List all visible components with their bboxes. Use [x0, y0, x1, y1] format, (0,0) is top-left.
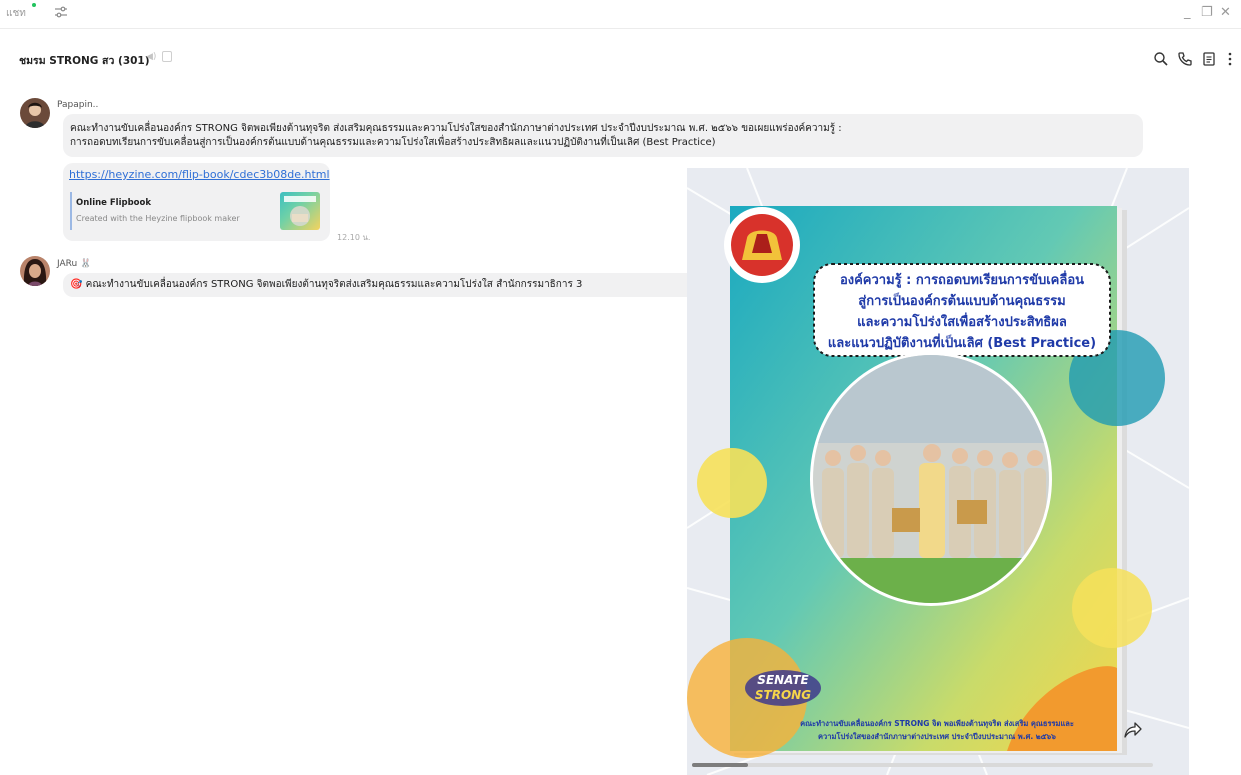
cover-footer-line: ความโปร่งใสของสำนักภาษาต่างประเทศ ประจำป…: [818, 731, 1056, 741]
note-icon[interactable]: [162, 51, 172, 62]
message-text: 🎯 คณะทำงานขับเคลื่อนองค์กร STRONG จิตพอเ…: [70, 279, 583, 290]
logo-text: STRONG: [755, 688, 811, 702]
mute-icon[interactable]: ◀): [146, 52, 156, 62]
phone-icon[interactable]: [1177, 51, 1193, 67]
cover-title-line: สู่การเป็นองค์กรต้นแบบด้านคุณธรรม: [858, 291, 1065, 309]
chat-header: ชมรม STRONG สว (301) ◀): [0, 29, 1241, 87]
cover-title-line: และความโปร่งใสเพื่อสร้างประสิทธิผล: [857, 312, 1067, 330]
search-icon[interactable]: [1153, 51, 1169, 67]
minimize-button[interactable]: _: [1184, 5, 1191, 20]
horizontal-scrollbar[interactable]: [692, 763, 1153, 767]
scrollbar-thumb[interactable]: [692, 763, 748, 767]
avatar[interactable]: [20, 98, 50, 128]
link-message-bubble[interactable]: https://heyzine.com/flip-book/cdec3b08de…: [63, 163, 330, 241]
message-bubble[interactable]: คณะทำงานขับเคลื่อนองค์กร STRONG จิตพอเพี…: [63, 114, 1143, 157]
cover-title-line: องค์ความรู้ : การถอดบทเรียนการขับเคลื่อน: [840, 270, 1084, 288]
message-text-line: การถอดบทเรียนการขับเคลื่อนสู่การเป็นองค์…: [70, 136, 716, 148]
sender-name: Papapin..: [57, 100, 99, 110]
close-button[interactable]: ✕: [1220, 5, 1231, 20]
online-status-dot: [32, 3, 36, 7]
message-bubble[interactable]: 🎯 คณะทำงานขับเคลื่อนองค์กร STRONG จิตพอเ…: [63, 273, 687, 297]
sender-name: JARu 🐰: [57, 259, 92, 269]
preview-thumbnail[interactable]: [280, 192, 320, 230]
cover-footer-line: คณะทำงานขับเคลื่อนองค์กร STRONG จิต พอเพ…: [800, 717, 1074, 728]
notes-icon[interactable]: [1201, 51, 1217, 67]
chat-tab-label[interactable]: แชท: [6, 6, 26, 21]
image-attachment[interactable]: องค์ความรู้ : การถอดบทเรียนการขับเคลื่อน…: [687, 168, 1189, 775]
book-cover-image: องค์ความรู้ : การถอดบทเรียนการขับเคลื่อน…: [687, 168, 1189, 775]
avatar[interactable]: [20, 256, 50, 286]
message-timestamp: 12.10 น.: [337, 233, 371, 242]
cover-title-line: และแนวปฏิบัติงานที่เป็นเลิศ (Best Practi…: [828, 333, 1096, 351]
flipbook-link[interactable]: https://heyzine.com/flip-book/cdec3b08de…: [69, 168, 330, 182]
preview-description: Created with the Heyzine flipbook maker: [76, 214, 240, 223]
sliders-icon[interactable]: [54, 6, 68, 18]
preview-accent-bar: [70, 192, 72, 230]
restore-button[interactable]: ❐: [1201, 5, 1213, 20]
logo-text: SENATE: [757, 673, 809, 687]
chat-title[interactable]: ชมรม STRONG สว (301): [19, 52, 150, 69]
message-text-line: คณะทำงานขับเคลื่อนองค์กร STRONG จิตพอเพี…: [70, 123, 842, 134]
preview-title[interactable]: Online Flipbook: [76, 197, 151, 211]
more-icon[interactable]: [1222, 51, 1238, 67]
share-arrow-icon[interactable]: [1123, 721, 1143, 739]
top-bar: แชท _ ❐ ✕: [0, 0, 1241, 29]
